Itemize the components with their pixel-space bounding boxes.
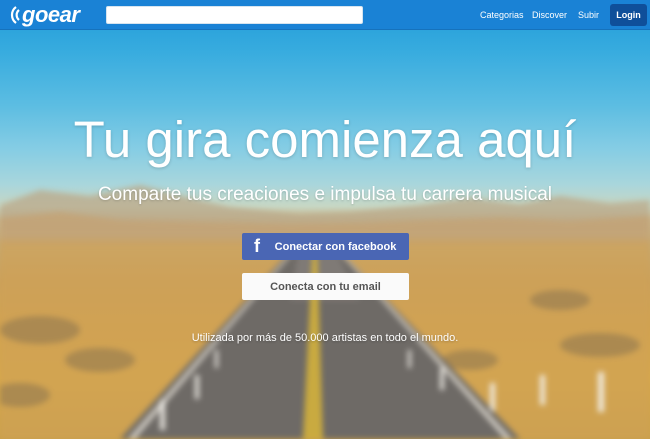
facebook-icon: f bbox=[254, 236, 260, 256]
desert-road-scene bbox=[0, 185, 650, 439]
connect-facebook-button[interactable]: f Conectar con facebook bbox=[242, 233, 409, 260]
connect-facebook-label: Conectar con facebook bbox=[274, 240, 397, 253]
goear-logo-icon bbox=[10, 6, 20, 24]
artists-count-note: Utilizada por más de 50.000 artistas en … bbox=[191, 332, 459, 344]
hero-headline: Tu gira comienza aquí bbox=[73, 111, 577, 168]
connect-email-button[interactable]: Conecta con tu email bbox=[242, 273, 409, 300]
hero-subheadline: Comparte tus creaciones e impulsa tu car… bbox=[97, 184, 553, 205]
search-input[interactable] bbox=[106, 6, 363, 24]
hero-background bbox=[0, 0, 650, 439]
nav-categorias-link[interactable]: Categorias bbox=[480, 0, 524, 30]
logo-text: goear bbox=[22, 2, 80, 27]
goear-logo[interactable]: goear bbox=[4, 2, 80, 27]
nav-discover-link[interactable]: Discover bbox=[532, 0, 567, 30]
login-button[interactable]: Login bbox=[610, 4, 647, 26]
top-navigation-bar: goear Categorias Discover Subir Login bbox=[0, 0, 650, 30]
nav-subir-link[interactable]: Subir bbox=[578, 0, 599, 30]
